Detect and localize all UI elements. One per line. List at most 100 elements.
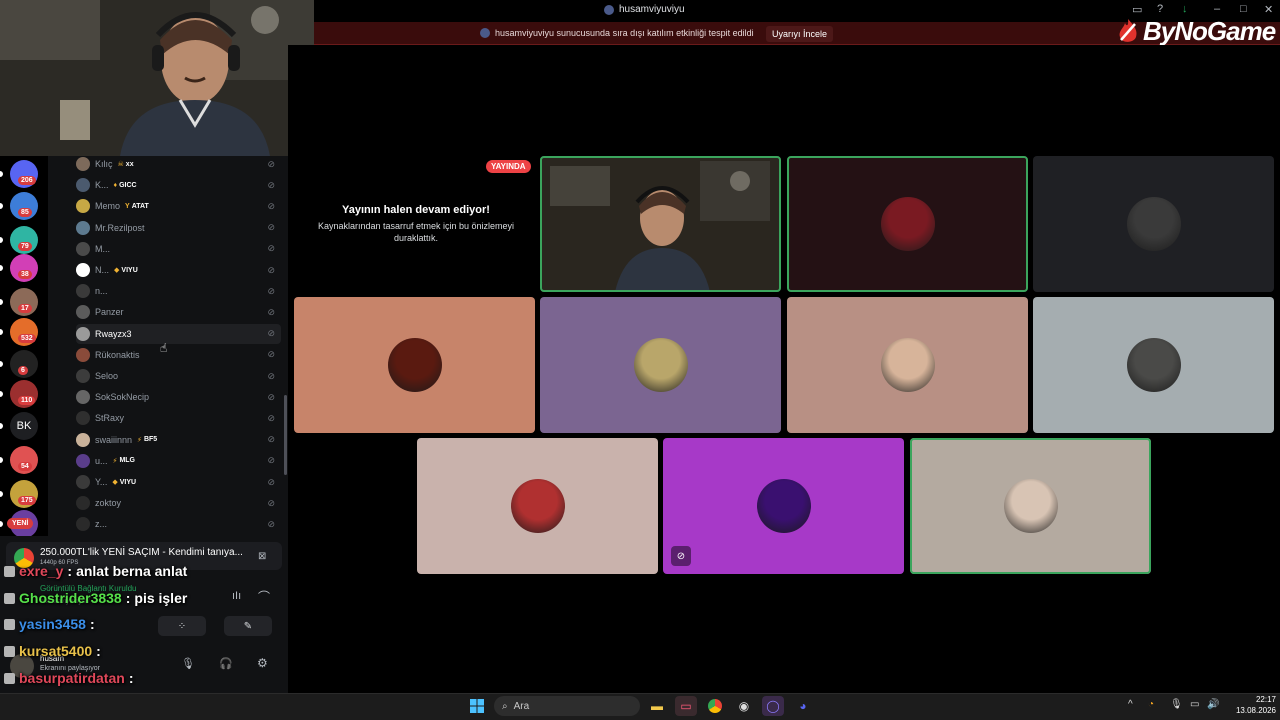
member-row[interactable]: K... ♦ GICC ⊘ [76, 175, 281, 195]
file-explorer-icon[interactable]: ▬ [646, 696, 668, 716]
member-row[interactable]: Seloo ⊘ [76, 366, 281, 386]
participant-tile[interactable] [787, 297, 1028, 433]
member-row[interactable]: N... ◆ VIYU ⊘ [76, 260, 281, 280]
chat-username: exre_y [19, 563, 64, 579]
participant-tile[interactable] [910, 438, 1151, 574]
member-name: u... [95, 455, 108, 466]
maximize-icon[interactable]: □ [1240, 3, 1247, 15]
member-row[interactable]: swaiiinnn ⚡ BF5 ⊘ [76, 430, 281, 450]
muted-icon: ⊘ [267, 306, 275, 317]
logo-text: ByNoGame [1143, 16, 1276, 46]
member-row[interactable]: SokSokNecip ⊘ [76, 387, 281, 407]
participant-avatar [633, 338, 688, 392]
chat-message: exre_y: anlat berna anlat [4, 563, 187, 579]
close-icon[interactable]: ✕ [1264, 3, 1273, 16]
participant-tile[interactable] [787, 156, 1028, 292]
activity-title: 250.000TL'lik YENİ SAÇIM - Kendimi tanıy… [40, 547, 243, 558]
tray-app-icon[interactable]: ◔ [1148, 699, 1154, 710]
noise-suppression-icon[interactable]: ıIı [232, 590, 241, 602]
participant-tile[interactable] [540, 156, 781, 292]
microphone-icon[interactable]: 🎙 [181, 657, 195, 670]
help-icon[interactable]: ? [1157, 3, 1163, 15]
member-list-scrollbar[interactable] [284, 395, 287, 475]
volume-icon[interactable]: 🔊 [1207, 699, 1219, 710]
server-icon[interactable]: BK [10, 412, 38, 440]
new-badge: YENİ [7, 518, 34, 529]
member-row[interactable]: Rwayzx3 ⊘ [76, 323, 281, 344]
member-name: Kılıç [95, 159, 113, 169]
review-warning-button[interactable]: Uyarıyı İncele [766, 26, 834, 42]
member-row[interactable]: n... ⊘ [76, 281, 281, 301]
unread-badge: 175 [18, 496, 36, 505]
taskbar-clock[interactable]: 22:17 13.08.2026 [1222, 694, 1276, 716]
tag-label: xx [125, 160, 134, 168]
member-row[interactable]: Memo Y ATAT ⊘ [76, 196, 281, 216]
stream-preview [540, 156, 781, 292]
terminal-app-icon[interactable]: ▭ [675, 696, 697, 716]
avatar [76, 305, 90, 320]
participant-tile[interactable] [540, 297, 781, 433]
muted-icon: ⊘ [267, 370, 275, 381]
discord-icon[interactable]: ◕ [792, 696, 814, 716]
chat-separator: : [67, 563, 73, 579]
avatar [76, 284, 90, 299]
participant-avatar [510, 479, 565, 533]
avatar [76, 432, 90, 447]
avatar [76, 390, 90, 405]
chrome-taskbar-icon[interactable] [704, 696, 726, 716]
network-icon[interactable]: ▭ [1190, 699, 1199, 710]
member-row[interactable]: Mr.Rezilpost ⊘ [76, 218, 281, 238]
avatar [76, 241, 90, 256]
member-row[interactable]: z... ⊘ [76, 514, 281, 534]
minimize-icon[interactable]: – [1214, 3, 1220, 15]
activities-button[interactable]: ⁘ [158, 616, 206, 636]
chat-badge-icon [4, 592, 15, 604]
headphones-icon[interactable]: 🎧 [219, 657, 233, 670]
participant-tile[interactable] [1033, 297, 1274, 433]
member-row[interactable]: zoktoy ⊘ [76, 493, 281, 513]
muted-icon: ⊘ [267, 476, 275, 487]
avatar [76, 157, 90, 171]
avatar [76, 326, 90, 341]
chat-separator: : [128, 670, 134, 686]
activity-close-icon[interactable]: ⊠ [258, 551, 266, 562]
muted-icon: ⊘ [267, 328, 275, 339]
muted-icon: ⊘ [267, 264, 275, 275]
disconnect-icon[interactable]: ⌒ [258, 588, 270, 605]
chat-username: kursat5400 [19, 643, 93, 659]
avatar [76, 199, 90, 214]
flame-icon [1119, 18, 1137, 42]
settings-gear-icon[interactable]: ⚙ [257, 656, 268, 670]
download-icon[interactable]: ↓ [1182, 3, 1188, 15]
tray-microphone-icon[interactable]: 🎙 [1170, 699, 1183, 710]
participant-tile[interactable] [417, 438, 658, 574]
windows-start-icon[interactable] [466, 696, 488, 716]
member-row[interactable]: M... ⊘ [76, 239, 281, 259]
tag-icon: ⚡ [137, 436, 142, 444]
avatar [76, 369, 90, 383]
participant-tile[interactable]: ⊘ [663, 438, 904, 574]
participant-tile[interactable] [1033, 156, 1274, 292]
member-row[interactable]: Kılıç ☠ xx ⊘ [76, 154, 281, 174]
tag-icon: ◆ [114, 267, 120, 274]
member-row[interactable]: Rükonaktis ⊘ [76, 345, 281, 365]
unread-badge: 17 [18, 304, 32, 313]
inbox-icon[interactable]: ▭ [1132, 3, 1142, 16]
taskbar-search[interactable]: ⌕ Ara [494, 696, 640, 716]
tray-overflow-icon[interactable]: ^ [1128, 699, 1133, 710]
participant-tile[interactable] [294, 297, 535, 433]
unread-badge: 38 [18, 270, 32, 279]
server-tag: ⚡ MLG [113, 457, 135, 465]
member-row[interactable]: Panzer ⊘ [76, 302, 281, 322]
muted-icon: ⊘ [267, 391, 275, 402]
member-row[interactable]: u... ⚡ MLG ⊘ [76, 451, 281, 471]
obs-icon[interactable]: ◉ [733, 696, 755, 716]
muted-icon: ⊘ [267, 455, 275, 466]
streaming-app-icon[interactable]: ◯ [762, 696, 784, 716]
live-badge: YAYINDA [486, 160, 531, 173]
member-row[interactable]: StRaxy ⊘ [76, 408, 281, 428]
soundboard-button[interactable]: ✎ [224, 616, 272, 636]
member-row[interactable]: Y... ◆ VIYU ⊘ [76, 472, 281, 492]
unread-badge: 54 [18, 462, 32, 471]
soundboard-icon: ✎ [243, 620, 253, 632]
